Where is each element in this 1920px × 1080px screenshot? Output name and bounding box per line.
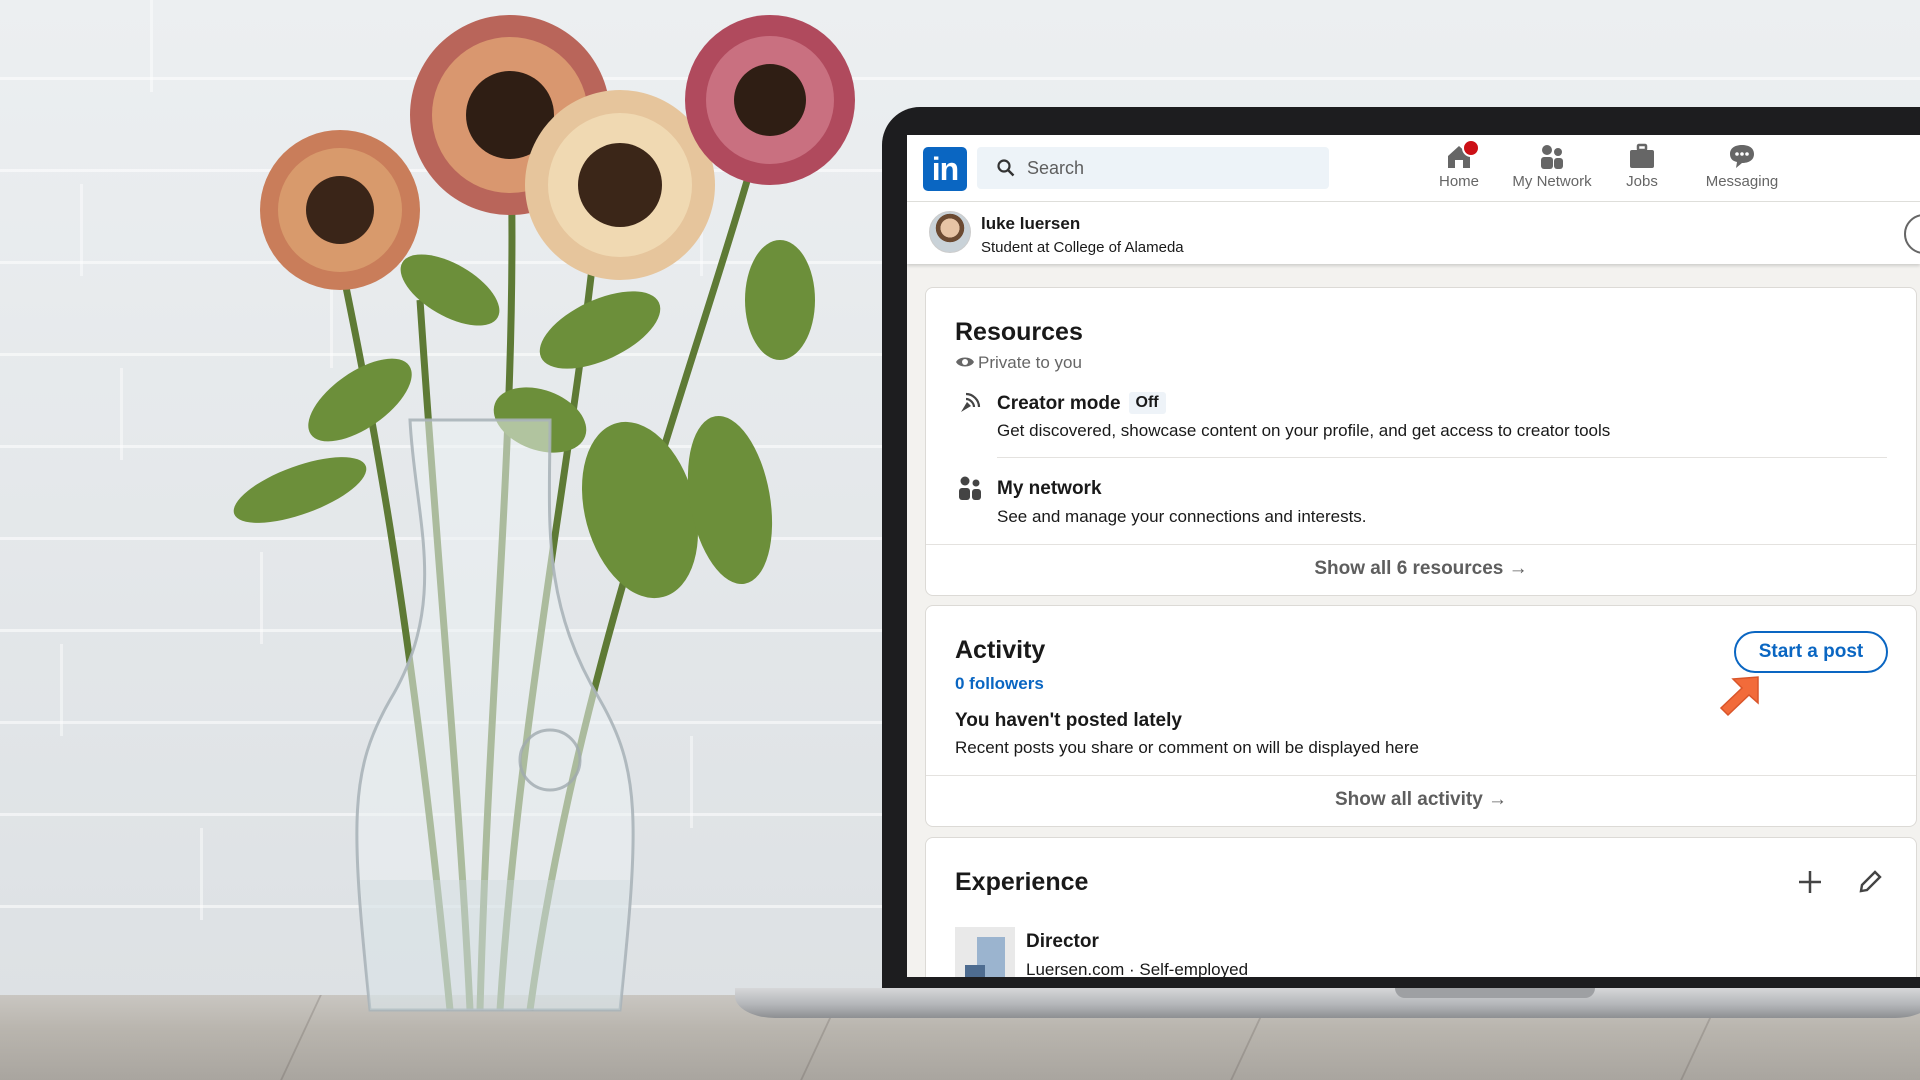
experience-company: Luersen.com · Self-employed xyxy=(1026,960,1249,977)
show-all-resources-link[interactable]: Show all 6 resources → xyxy=(926,558,1916,580)
sunflower-vase-illustration xyxy=(233,15,855,1012)
resources-card: Resources Private to you Creator mode Off… xyxy=(925,287,1917,596)
add-experience-icon[interactable] xyxy=(1796,868,1824,896)
brick-joint xyxy=(200,828,203,920)
brick-joint xyxy=(150,0,153,92)
nav-item-label: Messaging xyxy=(1705,173,1779,190)
nav-item-messaging[interactable]: Messaging xyxy=(1687,141,1797,190)
nav-item-label: Jobs xyxy=(1626,173,1658,190)
nav-item-home[interactable]: Home xyxy=(1424,139,1494,190)
brick-joint xyxy=(80,184,83,276)
experience-role[interactable]: Director xyxy=(1026,931,1099,953)
creator-mode-icon xyxy=(961,392,981,412)
linkedin-logo[interactable]: in xyxy=(923,147,967,191)
start-a-post-button[interactable]: Start a post xyxy=(1734,631,1888,673)
experience-title: Experience xyxy=(955,868,1089,896)
search-placeholder: Search xyxy=(1027,158,1085,178)
network-icon xyxy=(959,476,981,500)
brick-joint xyxy=(60,644,63,736)
laptop-base xyxy=(735,988,1920,1018)
creator-mode-description: Get discovered, showcase content on your… xyxy=(997,421,1611,440)
profile-headline: Student at College of Alameda xyxy=(981,239,1184,256)
privacy-note-label: Private to you xyxy=(978,353,1082,372)
privacy-note: Private to you xyxy=(955,353,1082,373)
my-network-description: See and manage your connections and inte… xyxy=(997,507,1367,526)
status-badge: Off xyxy=(1128,392,1166,414)
avatar[interactable] xyxy=(929,211,971,253)
resources-title: Resources xyxy=(955,318,1083,346)
messaging-icon xyxy=(1727,141,1757,171)
experience-card: Experience Director Luersen.com · Self-e… xyxy=(925,837,1917,977)
network-icon xyxy=(1537,141,1567,171)
linkedin-profile-screen: in Search Home My Network Jobs Messaging… xyxy=(907,135,1920,977)
laptop-notch xyxy=(1395,988,1595,998)
followers-link[interactable]: 0 followers xyxy=(955,674,1044,694)
nav-item-label: Home xyxy=(1438,173,1479,190)
activity-title: Activity xyxy=(955,636,1046,664)
top-navigation-bar: in Search Home My Network Jobs Messaging xyxy=(907,135,1920,202)
nav-item-jobs[interactable]: Jobs xyxy=(1607,141,1677,190)
show-all-activity-link[interactable]: Show all activity → xyxy=(926,789,1916,811)
profile-action-button[interactable] xyxy=(1904,214,1920,254)
nav-item-my-network[interactable]: My Network xyxy=(1487,141,1617,190)
annotation-arrow-icon xyxy=(1719,676,1759,717)
company-logo-shape xyxy=(965,965,985,977)
activity-card: Activity 0 followers Start a post You ha… xyxy=(925,605,1917,827)
my-network-title[interactable]: My network xyxy=(997,478,1102,500)
eye-icon xyxy=(956,357,974,367)
divider xyxy=(926,544,1916,545)
brick-joint xyxy=(120,368,123,460)
search-input[interactable]: Search xyxy=(977,147,1329,189)
empty-state-title: You haven't posted lately xyxy=(955,710,1182,731)
sticky-profile-bar: luke luersen Student at College of Alame… xyxy=(907,202,1920,264)
company-logo xyxy=(955,927,1015,977)
search-icon xyxy=(997,159,1015,177)
divider xyxy=(997,457,1887,458)
divider xyxy=(926,775,1916,776)
empty-state-description: Recent posts you share or comment on wil… xyxy=(955,738,1419,757)
creator-mode-label: Creator mode xyxy=(997,393,1121,414)
profile-name: luke luersen xyxy=(981,214,1081,233)
home-icon xyxy=(1444,139,1480,171)
nav-item-label: My Network xyxy=(1512,173,1592,190)
briefcase-icon xyxy=(1627,141,1657,171)
edit-pencil-icon[interactable] xyxy=(1856,868,1884,896)
notification-badge xyxy=(1462,139,1480,157)
creator-mode-title[interactable]: Creator mode Off xyxy=(997,392,1166,415)
